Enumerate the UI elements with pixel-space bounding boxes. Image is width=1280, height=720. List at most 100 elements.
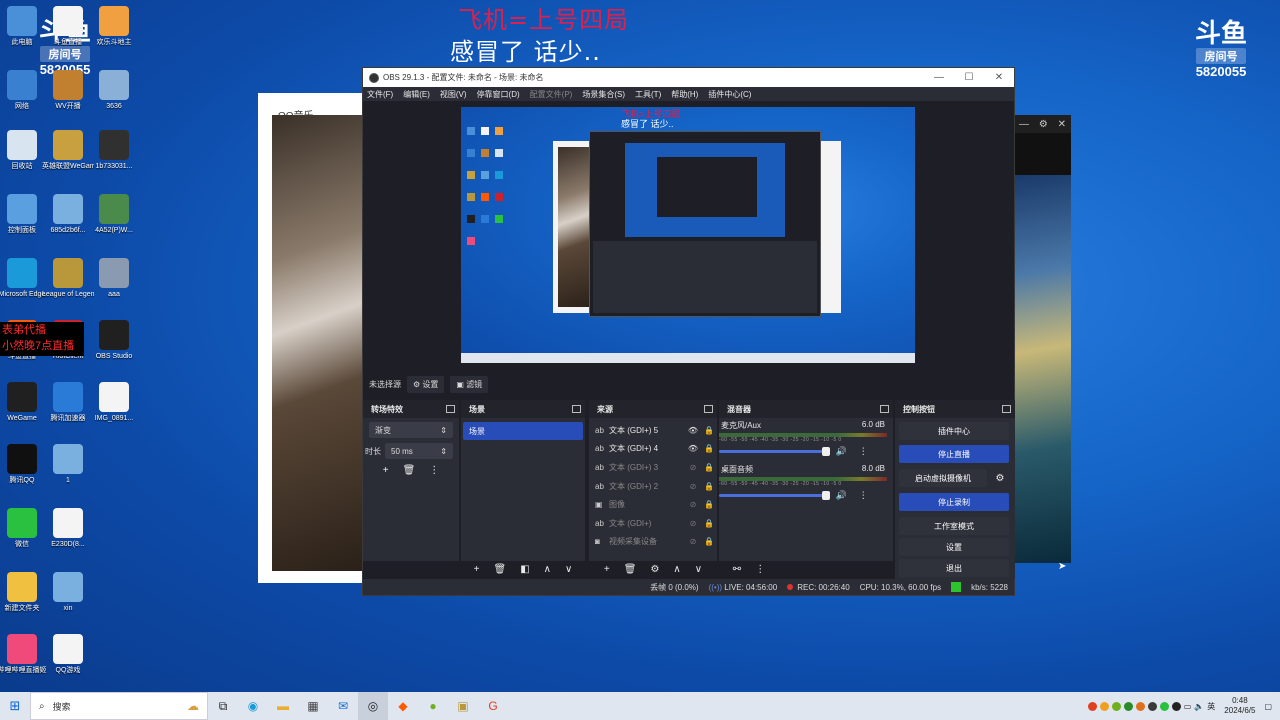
exit-button[interactable]: 退出 bbox=[899, 559, 1009, 577]
start-button[interactable]: ⊞ bbox=[0, 692, 30, 720]
ime-indicator[interactable]: 英 bbox=[1207, 701, 1215, 712]
volume-icon[interactable]: 🔈 bbox=[1194, 702, 1204, 711]
plugin-center-button[interactable]: 插件中心 bbox=[899, 422, 1009, 440]
volume-slider[interactable] bbox=[719, 447, 830, 456]
minimize-button[interactable]: — bbox=[924, 72, 954, 83]
lol-taskbar-icon[interactable]: ▣ bbox=[448, 692, 478, 720]
eye-off-icon[interactable]: ⊘ bbox=[685, 519, 701, 528]
tray-app-icon[interactable] bbox=[1087, 701, 1097, 711]
desktop-icon[interactable]: 1 bbox=[42, 444, 94, 485]
desktop-icon[interactable]: 此电脑 bbox=[0, 6, 48, 47]
file-explorer-icon[interactable]: ▬ bbox=[268, 692, 298, 720]
volume-slider[interactable] bbox=[719, 491, 830, 500]
desktop-icon[interactable]: IMG_0891... bbox=[88, 382, 140, 423]
notification-icon[interactable]: ▢ bbox=[1264, 702, 1272, 711]
mixer-menu-button[interactable]: ⋮ bbox=[755, 564, 765, 575]
network-icon[interactable]: ▭ bbox=[1184, 702, 1192, 711]
menu-item[interactable]: 工具(T) bbox=[635, 89, 661, 100]
taskbar-clock[interactable]: 0:48 2024/6/5 bbox=[1224, 696, 1255, 716]
desktop-icon[interactable]: 控制面板 bbox=[0, 194, 48, 235]
move-source-up-button[interactable]: ∧ bbox=[673, 564, 680, 575]
desktop-icon[interactable]: 欢乐斗地主 bbox=[88, 6, 140, 47]
desktop-icon[interactable]: OBS Studio bbox=[88, 320, 140, 361]
task-view-icon[interactable]: ⧉ bbox=[208, 692, 238, 720]
menu-item[interactable]: 配置文件(P) bbox=[530, 89, 573, 100]
undock-icon[interactable] bbox=[880, 405, 889, 413]
lock-icon[interactable]: 🔒 bbox=[701, 426, 717, 435]
gear-icon[interactable]: ⚙ bbox=[1039, 119, 1048, 130]
mail-icon[interactable]: ✉ bbox=[328, 692, 358, 720]
store-icon[interactable]: ▦ bbox=[298, 692, 328, 720]
source-list-item[interactable]: ▣ 图像 ⊘ 🔒 bbox=[589, 495, 717, 514]
stream-preview[interactable]: 飞机=上号四局 感冒了 话少.. bbox=[461, 107, 915, 363]
settings-button[interactable]: 设置 bbox=[899, 538, 1009, 556]
app-taskbar-icon[interactable]: ● bbox=[418, 692, 448, 720]
tray-app-icon[interactable] bbox=[1111, 701, 1121, 711]
menu-item[interactable]: 停靠窗口(D) bbox=[477, 89, 520, 100]
start-virtual-camera-button[interactable]: 启动虚拟摄像机 bbox=[899, 469, 987, 487]
desktop-icon[interactable]: 英雄联盟WeGame版 bbox=[42, 130, 94, 171]
desktop-icon[interactable]: 回收站 bbox=[0, 130, 48, 171]
obs-taskbar-icon[interactable]: ◎ bbox=[358, 692, 388, 720]
maximize-button[interactable]: ☐ bbox=[954, 72, 984, 83]
desktop-icon[interactable]: 685d2b6f... bbox=[42, 194, 94, 235]
scene-list-item[interactable]: 场景 bbox=[463, 422, 583, 440]
stop-streaming-button[interactable]: 停止直播 bbox=[899, 445, 1009, 463]
desktop-icon[interactable]: 1b733031... bbox=[88, 130, 140, 171]
scene-filters-button[interactable]: ◧ bbox=[520, 564, 529, 575]
eye-off-icon[interactable]: ⊘ bbox=[685, 482, 701, 491]
move-source-down-button[interactable]: ∨ bbox=[695, 564, 702, 575]
eye-icon[interactable]: 👁 bbox=[685, 426, 701, 435]
source-list-item[interactable]: ◙ 视频采集设备 ⊘ 🔒 bbox=[589, 533, 717, 552]
desktop-icon[interactable]: WeGame bbox=[0, 382, 48, 423]
close-button[interactable]: ✕ bbox=[984, 72, 1014, 83]
desktop-icon[interactable]: aaa bbox=[88, 258, 140, 299]
add-scene-button[interactable]: + bbox=[474, 564, 480, 575]
undock-icon[interactable] bbox=[1002, 405, 1011, 413]
lock-icon[interactable]: 🔒 bbox=[701, 482, 717, 491]
menu-item[interactable]: 文件(F) bbox=[367, 89, 393, 100]
desktop-icon[interactable]: E230D(8... bbox=[42, 508, 94, 549]
stop-recording-button[interactable]: 停止录制 bbox=[899, 493, 1009, 511]
edge-taskbar-icon[interactable]: ◉ bbox=[238, 692, 268, 720]
undock-icon[interactable] bbox=[704, 405, 713, 413]
source-properties-button[interactable]: ⚙ bbox=[650, 564, 659, 575]
eye-off-icon[interactable]: ⊘ bbox=[685, 500, 701, 509]
lock-icon[interactable]: 🔒 bbox=[701, 537, 717, 546]
eye-icon[interactable]: 👁 bbox=[685, 444, 701, 453]
channel-menu-icon[interactable]: ⋮ bbox=[859, 490, 868, 501]
desktop-icon[interactable]: 网络 bbox=[0, 70, 48, 111]
desktop-icon[interactable]: 腾讯加速器 bbox=[42, 382, 94, 423]
add-source-button[interactable]: + bbox=[604, 564, 610, 575]
desktop-icon[interactable]: 腾讯QQ bbox=[0, 444, 48, 485]
desktop-icon[interactable]: 4A52(P)W... bbox=[88, 194, 140, 235]
tray-app-icon[interactable] bbox=[1099, 701, 1109, 711]
menu-item[interactable]: 编辑(E) bbox=[403, 89, 430, 100]
transition-type-select[interactable]: 渐变 ⇕ bbox=[369, 422, 453, 438]
lock-icon[interactable]: 🔒 bbox=[701, 463, 717, 472]
lock-icon[interactable]: 🔒 bbox=[701, 500, 717, 509]
menu-item[interactable]: 视图(V) bbox=[440, 89, 467, 100]
tray-app-icon[interactable] bbox=[1147, 701, 1157, 711]
undock-icon[interactable] bbox=[572, 405, 581, 413]
menu-item[interactable]: 场景集合(S) bbox=[582, 89, 625, 100]
lock-icon[interactable]: 🔒 bbox=[701, 444, 717, 453]
remove-source-button[interactable]: 🗑 bbox=[624, 564, 637, 575]
taskbar-search[interactable]: ⌕ 搜索 ☁ bbox=[30, 692, 208, 720]
duration-spinbox[interactable]: 50 ms ⇕ bbox=[385, 443, 453, 459]
tray-qq-icon[interactable] bbox=[1171, 701, 1181, 711]
tray-wechat-icon[interactable] bbox=[1159, 701, 1169, 711]
eye-off-icon[interactable]: ⊘ bbox=[685, 463, 701, 472]
source-list-item[interactable]: ab 文本 (GDI+) 4 👁 🔒 bbox=[589, 440, 717, 459]
lock-icon[interactable]: 🔒 bbox=[701, 519, 717, 528]
add-transition-button[interactable]: + bbox=[383, 465, 389, 476]
desktop-icon[interactable]: WV开播 bbox=[42, 70, 94, 111]
source-settings-button[interactable]: ⚙ 设置 bbox=[407, 375, 445, 393]
desktop-icon[interactable]: Microsoft Edge bbox=[0, 258, 48, 299]
remove-scene-button[interactable]: 🗑 bbox=[494, 564, 507, 575]
slider-handle[interactable] bbox=[821, 447, 830, 456]
background-window-right[interactable]: — ⚙ ✕ bbox=[1014, 115, 1071, 563]
desktop-icon[interactable]: 哔哩哔哩直播姬 bbox=[0, 634, 48, 675]
remove-transition-button[interactable]: 🗑 bbox=[403, 465, 416, 476]
desktop-icon[interactable]: xin bbox=[42, 572, 94, 613]
